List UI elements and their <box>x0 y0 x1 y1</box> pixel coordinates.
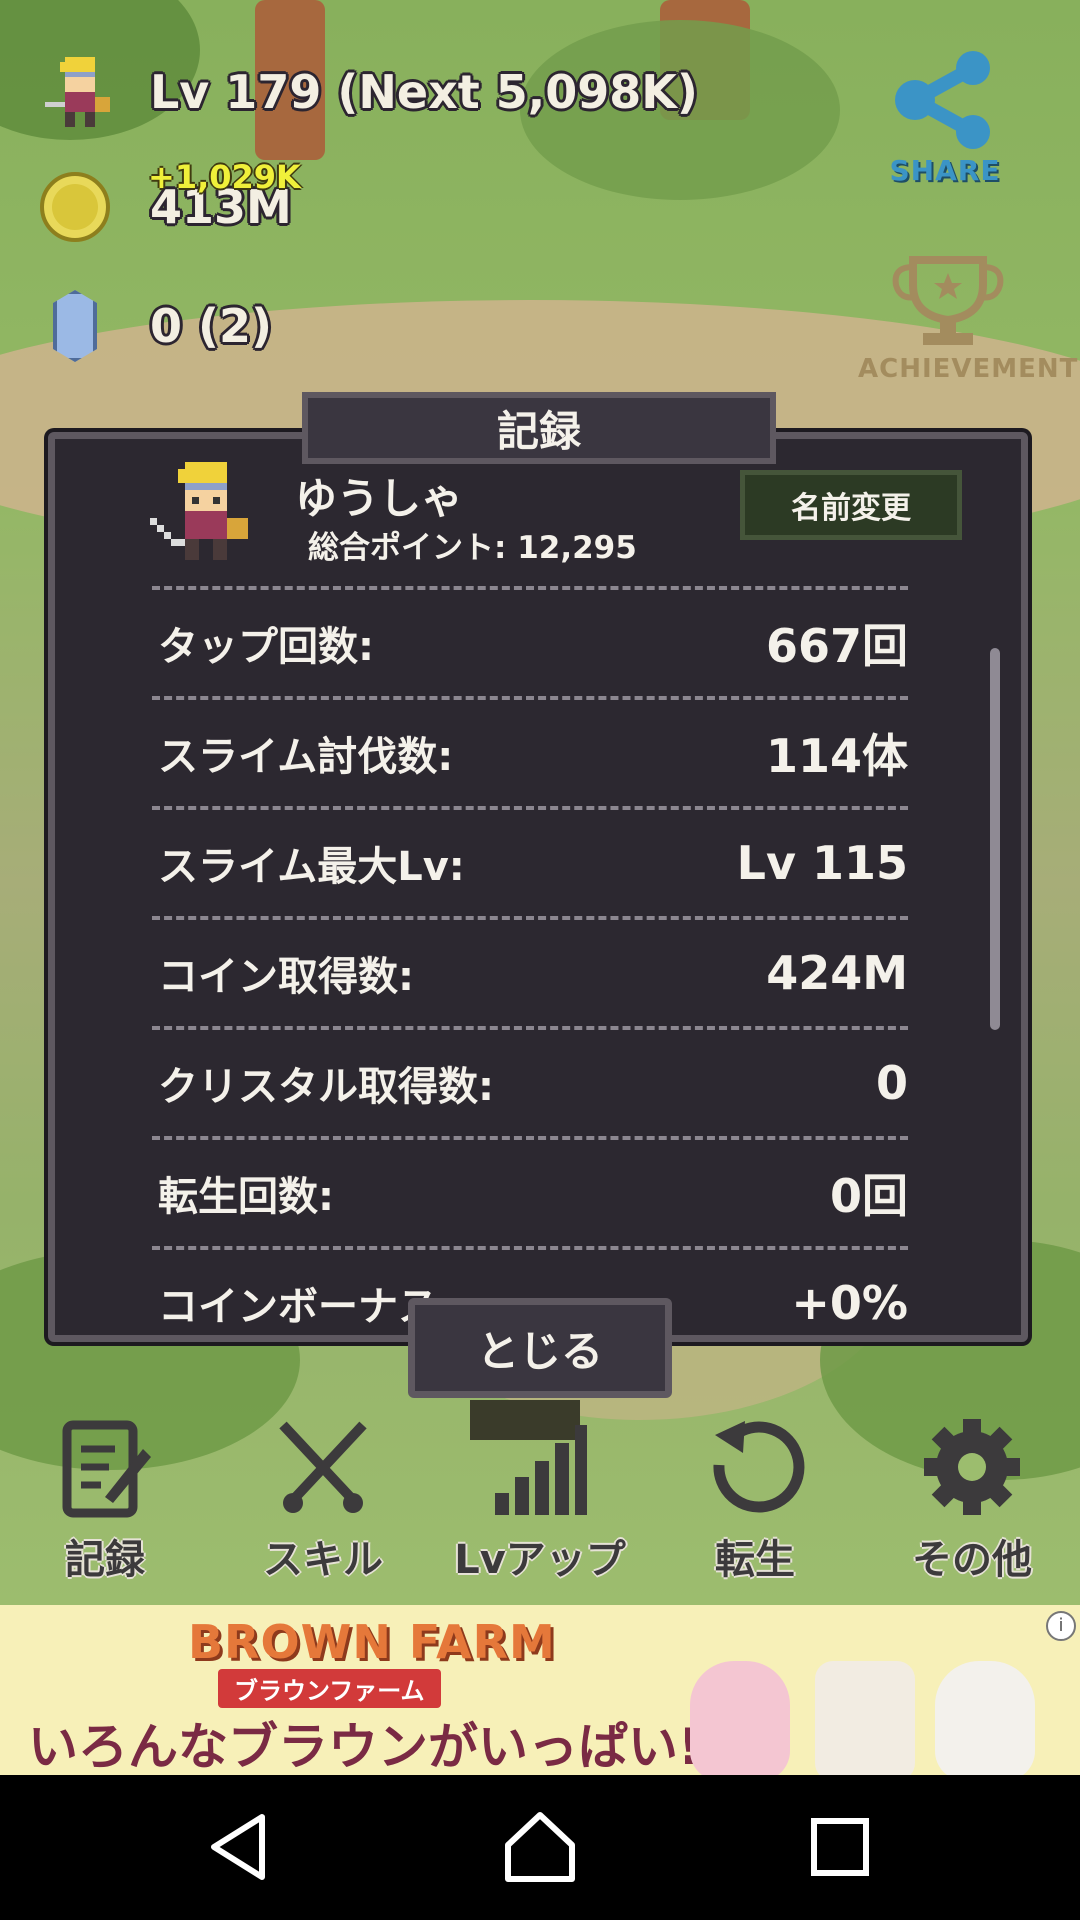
stat-value: 667回 <box>765 619 908 673</box>
gear-icon <box>924 1419 1020 1515</box>
ad-text: いろんなブラウンがいっぱい! <box>28 1718 701 1775</box>
stat-value: 424M <box>766 946 908 1000</box>
ad-logo: BROWN FARM <box>188 1615 556 1669</box>
stats-scrollbar[interactable] <box>990 648 1000 1030</box>
achievement-label: ACHIEVEMENT <box>858 354 1079 384</box>
home-icon[interactable] <box>500 1807 580 1887</box>
level-text: Lv 179 (Next 5,098K) <box>150 65 698 119</box>
stat-row: スライム討伐数: 114体 <box>150 700 910 806</box>
share-icon <box>895 51 990 149</box>
stat-value: 0 <box>875 1056 908 1110</box>
coffee-bear-image <box>815 1661 915 1775</box>
ad-info-icon[interactable]: i <box>1046 1611 1076 1641</box>
crystal-icon <box>53 290 97 362</box>
ad-banner[interactable]: BROWN FARM ブラウンファーム いろんなブラウンがいっぱい! i <box>0 1605 1080 1775</box>
bunny-bear-image <box>690 1661 790 1775</box>
menu-records-button[interactable]: 記録 <box>15 1415 195 1605</box>
menu-other-button[interactable]: その他 <box>882 1415 1062 1605</box>
ad-subtitle: ブラウンファーム <box>218 1669 441 1708</box>
bottom-menu: 記録 スキル Lvアップ 転生 その他 <box>0 1415 1080 1605</box>
stat-label: コイン取得数: <box>158 954 414 1000</box>
menu-levelup-button[interactable]: Lvアップ <box>450 1415 630 1605</box>
achievement-button[interactable]: ACHIEVEMENT <box>858 255 1079 384</box>
stat-value: Lv 115 <box>736 836 908 890</box>
dialog-title: 記録 <box>302 392 776 464</box>
menu-label: Lvアップ <box>454 1537 626 1583</box>
menu-rebirth-button[interactable]: 転生 <box>665 1415 845 1605</box>
stat-row: タップ回数: 667回 <box>150 590 910 696</box>
back-icon[interactable] <box>200 1807 280 1887</box>
menu-label: 転生 <box>715 1537 795 1583</box>
stat-label: スライム討伐数: <box>158 734 454 780</box>
share-label: SHARE <box>889 154 1001 187</box>
mummy-bear-image <box>935 1661 1035 1775</box>
menu-label: その他 <box>912 1537 1032 1583</box>
stat-value: 114体 <box>765 729 908 783</box>
close-button[interactable]: とじる <box>408 1298 672 1398</box>
trophy-icon <box>892 256 1004 345</box>
crystal-row: 0 (2) <box>40 290 272 362</box>
stat-row: スライム最大Lv: Lv 115 <box>150 810 910 916</box>
crystal-count: 0 (2) <box>150 299 273 353</box>
menu-label: 記録 <box>65 1537 145 1583</box>
menu-label: スキル <box>263 1537 383 1583</box>
stat-label: クリスタル取得数: <box>158 1064 494 1110</box>
player-name: ゆうしゃ <box>295 474 464 523</box>
stat-value: 0回 <box>829 1169 908 1223</box>
hero-portrait-icon <box>150 462 248 560</box>
share-button[interactable]: SHARE <box>885 50 1005 187</box>
system-nav-bar <box>0 1775 1080 1920</box>
stat-row: コイン取得数: 424M <box>150 920 910 1026</box>
crossed-swords-icon <box>279 1421 367 1513</box>
recents-icon[interactable] <box>800 1807 880 1887</box>
level-up-icon <box>495 1425 587 1515</box>
coin-gain: +1,029K <box>148 158 301 196</box>
stats-list[interactable]: タップ回数: 667回 スライム討伐数: 114体 スライム最大Lv: Lv 1… <box>150 586 910 1326</box>
total-points: 総合ポイント: 12,295 <box>308 530 637 566</box>
level-row: Lv 179 (Next 5,098K) <box>40 52 698 132</box>
rename-button[interactable]: 名前変更 <box>740 470 962 540</box>
rebirth-icon <box>713 1421 805 1513</box>
record-icon <box>62 1420 151 1518</box>
coin-icon <box>40 172 110 242</box>
stat-label: スライム最大Lv: <box>158 844 465 890</box>
stat-label: タップ回数: <box>158 624 374 670</box>
hero-avatar-icon <box>45 57 110 127</box>
stat-row: クリスタル取得数: 0 <box>150 1030 910 1136</box>
menu-skill-button[interactable]: スキル <box>233 1415 413 1605</box>
stat-row: 転生回数: 0回 <box>150 1140 910 1246</box>
stat-value: +0% <box>791 1276 908 1326</box>
stat-label: 転生回数: <box>158 1174 334 1220</box>
